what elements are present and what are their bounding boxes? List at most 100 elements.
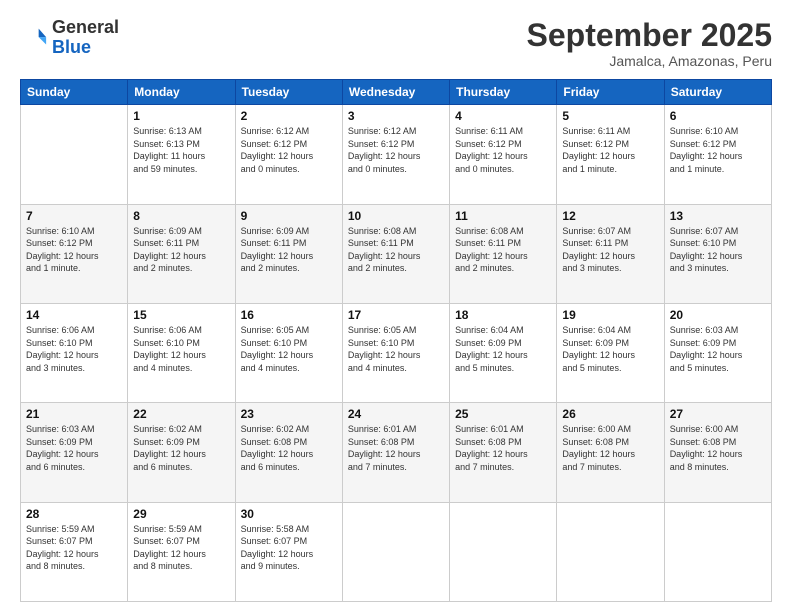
day-info: Sunrise: 6:07 AM Sunset: 6:10 PM Dayligh… <box>670 225 766 275</box>
header-wednesday: Wednesday <box>342 80 449 105</box>
calendar-cell: 12 Sunrise: 6:07 AM Sunset: 6:11 PM Dayli… <box>557 204 664 303</box>
calendar-cell: 1 Sunrise: 6:13 AM Sunset: 6:13 PM Daylig… <box>128 105 235 204</box>
calendar-cell: 13 Sunrise: 6:07 AM Sunset: 6:10 PM Dayli… <box>664 204 771 303</box>
calendar-cell <box>557 502 664 601</box>
day-info: Sunrise: 6:11 AM Sunset: 6:12 PM Dayligh… <box>562 125 658 175</box>
day-number: 27 <box>670 407 766 421</box>
day-number: 28 <box>26 507 122 521</box>
calendar-cell: 23 Sunrise: 6:02 AM Sunset: 6:08 PM Dayli… <box>235 403 342 502</box>
day-info: Sunrise: 6:03 AM Sunset: 6:09 PM Dayligh… <box>26 423 122 473</box>
calendar-cell: 6 Sunrise: 6:10 AM Sunset: 6:12 PM Daylig… <box>664 105 771 204</box>
calendar-cell: 18Sunrise: 6:04 AM Sunset: 6:09 PM Dayli… <box>450 303 557 402</box>
day-info: Sunrise: 5:59 AM Sunset: 6:07 PM Dayligh… <box>133 523 229 573</box>
day-number: 7 <box>26 209 122 223</box>
calendar-cell: 14Sunrise: 6:06 AM Sunset: 6:10 PM Dayli… <box>21 303 128 402</box>
calendar-page: General Blue September 2025 Jamalca, Ama… <box>0 0 792 612</box>
day-info: Sunrise: 6:12 AM Sunset: 6:12 PM Dayligh… <box>348 125 444 175</box>
day-number: 5 <box>562 109 658 123</box>
day-number: 18 <box>455 308 551 322</box>
day-number: 9 <box>241 209 337 223</box>
calendar-cell: 28 Sunrise: 5:59 AM Sunset: 6:07 PM Dayli… <box>21 502 128 601</box>
calendar-cell: 15Sunrise: 6:06 AM Sunset: 6:10 PM Dayli… <box>128 303 235 402</box>
day-info: Sunrise: 6:01 AM Sunset: 6:08 PM Dayligh… <box>348 423 444 473</box>
day-info: Sunrise: 6:10 AM Sunset: 6:12 PM Dayligh… <box>26 225 122 275</box>
day-number: 29 <box>133 507 229 521</box>
day-info: Sunrise: 6:07 AM Sunset: 6:11 PM Dayligh… <box>562 225 658 275</box>
calendar-cell: 20Sunrise: 6:03 AM Sunset: 6:09 PM Dayli… <box>664 303 771 402</box>
day-number: 10 <box>348 209 444 223</box>
header-tuesday: Tuesday <box>235 80 342 105</box>
calendar-cell: 26 Sunrise: 6:00 AM Sunset: 6:08 PM Dayli… <box>557 403 664 502</box>
day-info: Sunrise: 6:11 AM Sunset: 6:12 PM Dayligh… <box>455 125 551 175</box>
day-info: Sunrise: 5:59 AM Sunset: 6:07 PM Dayligh… <box>26 523 122 573</box>
calendar-cell <box>342 502 449 601</box>
day-number: 26 <box>562 407 658 421</box>
calendar-cell: 8 Sunrise: 6:09 AM Sunset: 6:11 PM Daylig… <box>128 204 235 303</box>
calendar-cell: 24Sunrise: 6:01 AM Sunset: 6:08 PM Dayli… <box>342 403 449 502</box>
calendar-cell: 2Sunrise: 6:12 AM Sunset: 6:12 PM Daylig… <box>235 105 342 204</box>
day-info: Sunrise: 6:09 AM Sunset: 6:11 PM Dayligh… <box>241 225 337 275</box>
calendar-cell: 17 Sunrise: 6:05 AM Sunset: 6:10 PM Dayli… <box>342 303 449 402</box>
day-number: 16 <box>241 308 337 322</box>
month-title: September 2025 <box>527 18 772 53</box>
calendar-cell: 3 Sunrise: 6:12 AM Sunset: 6:12 PM Daylig… <box>342 105 449 204</box>
day-info: Sunrise: 6:01 AM Sunset: 6:08 PM Dayligh… <box>455 423 551 473</box>
day-info: Sunrise: 6:00 AM Sunset: 6:08 PM Dayligh… <box>562 423 658 473</box>
day-info: Sunrise: 6:03 AM Sunset: 6:09 PM Dayligh… <box>670 324 766 374</box>
day-number: 6 <box>670 109 766 123</box>
calendar-cell: 7 Sunrise: 6:10 AM Sunset: 6:12 PM Daylig… <box>21 204 128 303</box>
day-info: Sunrise: 6:13 AM Sunset: 6:13 PM Dayligh… <box>133 125 229 175</box>
weekday-header-row: Sunday Monday Tuesday Wednesday Thursday… <box>21 80 772 105</box>
header-saturday: Saturday <box>664 80 771 105</box>
day-info: Sunrise: 6:09 AM Sunset: 6:11 PM Dayligh… <box>133 225 229 275</box>
calendar-cell: 9 Sunrise: 6:09 AM Sunset: 6:11 PM Daylig… <box>235 204 342 303</box>
day-number: 19 <box>562 308 658 322</box>
calendar-cell: 25 Sunrise: 6:01 AM Sunset: 6:08 PM Dayli… <box>450 403 557 502</box>
page-header: General Blue September 2025 Jamalca, Ama… <box>20 18 772 69</box>
day-info: Sunrise: 6:00 AM Sunset: 6:08 PM Dayligh… <box>670 423 766 473</box>
logo-icon <box>20 24 48 52</box>
day-number: 11 <box>455 209 551 223</box>
title-block: September 2025 Jamalca, Amazonas, Peru <box>527 18 772 69</box>
calendar-week-row: 1 Sunrise: 6:13 AM Sunset: 6:13 PM Daylig… <box>21 105 772 204</box>
day-info: Sunrise: 6:12 AM Sunset: 6:12 PM Dayligh… <box>241 125 337 175</box>
day-info: Sunrise: 6:05 AM Sunset: 6:10 PM Dayligh… <box>241 324 337 374</box>
calendar-cell: 21 Sunrise: 6:03 AM Sunset: 6:09 PM Dayli… <box>21 403 128 502</box>
header-friday: Friday <box>557 80 664 105</box>
calendar-cell <box>21 105 128 204</box>
logo-text: General Blue <box>52 18 119 58</box>
day-info: Sunrise: 5:58 AM Sunset: 6:07 PM Dayligh… <box>241 523 337 573</box>
day-number: 12 <box>562 209 658 223</box>
day-info: Sunrise: 6:02 AM Sunset: 6:08 PM Dayligh… <box>241 423 337 473</box>
calendar-week-row: 7 Sunrise: 6:10 AM Sunset: 6:12 PM Daylig… <box>21 204 772 303</box>
day-number: 3 <box>348 109 444 123</box>
day-number: 17 <box>348 308 444 322</box>
day-number: 4 <box>455 109 551 123</box>
calendar-cell: 19 Sunrise: 6:04 AM Sunset: 6:09 PM Dayli… <box>557 303 664 402</box>
day-info: Sunrise: 6:02 AM Sunset: 6:09 PM Dayligh… <box>133 423 229 473</box>
calendar-week-row: 21 Sunrise: 6:03 AM Sunset: 6:09 PM Dayli… <box>21 403 772 502</box>
calendar-cell: 10Sunrise: 6:08 AM Sunset: 6:11 PM Dayli… <box>342 204 449 303</box>
calendar-week-row: 28 Sunrise: 5:59 AM Sunset: 6:07 PM Dayli… <box>21 502 772 601</box>
day-info: Sunrise: 6:10 AM Sunset: 6:12 PM Dayligh… <box>670 125 766 175</box>
calendar-cell <box>664 502 771 601</box>
header-sunday: Sunday <box>21 80 128 105</box>
header-monday: Monday <box>128 80 235 105</box>
day-info: Sunrise: 6:04 AM Sunset: 6:09 PM Dayligh… <box>562 324 658 374</box>
day-info: Sunrise: 6:05 AM Sunset: 6:10 PM Dayligh… <box>348 324 444 374</box>
day-number: 15 <box>133 308 229 322</box>
logo-blue: Blue <box>52 37 91 57</box>
day-info: Sunrise: 6:08 AM Sunset: 6:11 PM Dayligh… <box>455 225 551 275</box>
logo-general: General <box>52 17 119 37</box>
day-number: 30 <box>241 507 337 521</box>
calendar-cell: 4 Sunrise: 6:11 AM Sunset: 6:12 PM Daylig… <box>450 105 557 204</box>
day-number: 13 <box>670 209 766 223</box>
day-number: 8 <box>133 209 229 223</box>
calendar-cell: 29 Sunrise: 5:59 AM Sunset: 6:07 PM Dayli… <box>128 502 235 601</box>
day-number: 22 <box>133 407 229 421</box>
day-number: 25 <box>455 407 551 421</box>
day-number: 21 <box>26 407 122 421</box>
calendar-cell: 22 Sunrise: 6:02 AM Sunset: 6:09 PM Dayli… <box>128 403 235 502</box>
day-number: 1 <box>133 109 229 123</box>
day-number: 23 <box>241 407 337 421</box>
